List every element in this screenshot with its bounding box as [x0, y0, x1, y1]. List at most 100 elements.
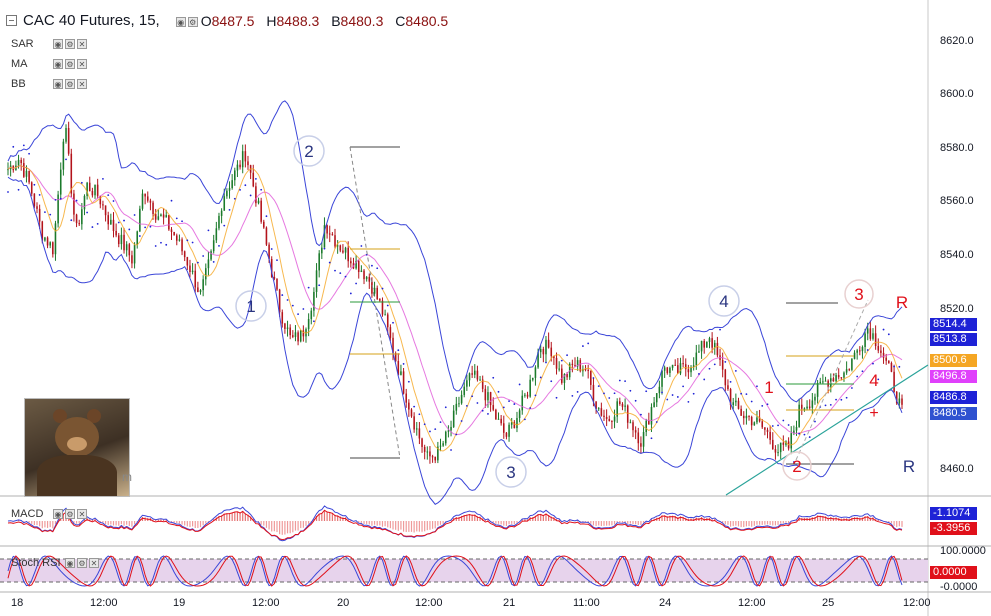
eye-icon[interactable]: ◉: [53, 79, 63, 89]
sar-dot: [418, 413, 421, 416]
candle-body: [284, 323, 286, 329]
sar-dot: [439, 421, 442, 424]
sar-dot: [634, 399, 637, 402]
wave-label-red: R: [896, 293, 908, 312]
candle-body: [840, 377, 843, 379]
candle-body: [761, 421, 764, 428]
candle-body: [732, 402, 735, 406]
sar-dot: [576, 391, 579, 393]
indicator-ma[interactable]: MA ◉ ⚙ ✕: [11, 58, 87, 70]
candle-body: [547, 339, 550, 348]
macd-signal: [7, 509, 903, 541]
sar-dot: [687, 400, 690, 403]
candle-body: [102, 204, 104, 206]
sar-dot: [376, 267, 379, 270]
gear-icon[interactable]: ⚙: [65, 79, 75, 89]
candle-body: [479, 379, 481, 381]
candle-body: [402, 371, 405, 394]
candle-body: [38, 208, 41, 222]
close-icon[interactable]: ✕: [77, 39, 87, 49]
candle-body: [112, 219, 115, 231]
candle-body: [645, 420, 647, 433]
indicator-sar[interactable]: SAR ◉ ⚙ ✕: [11, 38, 87, 50]
price-tick: 8600.0: [940, 88, 974, 100]
price-label-last: 8480.5: [930, 407, 977, 420]
candle-body: [186, 257, 189, 266]
candle-body: [774, 449, 777, 453]
sar-dot: [560, 359, 563, 362]
time-tick: 12:00: [415, 597, 443, 609]
sar-dot: [429, 430, 431, 433]
sar-dot: [597, 385, 600, 388]
candle-body: [334, 235, 336, 247]
indicator-bb[interactable]: BB ◉ ⚙ ✕: [11, 78, 87, 90]
time-tick: 12:00: [903, 597, 931, 609]
gear-icon[interactable]: ⚙: [65, 59, 75, 69]
time-tick: 21: [503, 597, 516, 609]
candle-body: [629, 422, 632, 424]
candle-body: [661, 370, 663, 387]
candle-body: [866, 328, 869, 334]
sar-dot: [724, 361, 727, 363]
sar-dot: [460, 420, 463, 422]
sar-dot: [334, 269, 336, 272]
candle-body: [25, 170, 28, 177]
candle-body: [384, 314, 386, 316]
candle-body: [278, 289, 281, 313]
sar-dot: [771, 425, 774, 427]
price-tick: 8620.0: [940, 35, 974, 47]
candle-body: [597, 408, 600, 410]
candle-body: [619, 401, 621, 404]
close-icon[interactable]: ✕: [77, 509, 87, 519]
sar-dot: [756, 385, 758, 388]
candle-body: [872, 333, 874, 339]
candle-body: [289, 327, 291, 336]
candle-body: [808, 406, 811, 408]
candle-body: [795, 426, 798, 431]
candle-body: [260, 200, 262, 222]
candles: [7, 121, 903, 464]
sar-dot: [745, 393, 748, 395]
time-tick: 12:00: [738, 597, 766, 609]
candle-body: [782, 442, 785, 445]
sar-dot: [624, 380, 626, 383]
candle-body: [613, 416, 616, 422]
gear-icon[interactable]: ⚙: [77, 558, 87, 568]
candle-body: [684, 364, 687, 370]
candle-body: [104, 205, 107, 216]
candle-body: [497, 418, 500, 420]
eye-icon[interactable]: ◉: [175, 17, 186, 27]
indicator-stoch-rsi[interactable]: Stoch RSI ◉ ⚙ ✕: [11, 557, 99, 569]
candle-body: [178, 239, 181, 241]
candle-body: [824, 380, 827, 382]
candle-body: [162, 214, 165, 218]
eye-icon[interactable]: ◉: [65, 558, 75, 568]
candle-body: [117, 235, 120, 245]
candle-body: [605, 417, 608, 420]
sar-dot: [302, 308, 305, 310]
chart-canvas[interactable]: 1 2 3 4 1 2 3 4 R R +: [0, 0, 991, 616]
candle-body: [442, 443, 444, 446]
time-tick: 12:00: [90, 597, 118, 609]
gear-icon[interactable]: ⚙: [65, 509, 75, 519]
gear-icon[interactable]: ⚙: [187, 17, 198, 27]
candle-body: [421, 438, 423, 447]
gear-icon[interactable]: ⚙: [65, 39, 75, 49]
sar-dot: [33, 183, 36, 186]
eye-icon[interactable]: ◉: [53, 39, 63, 49]
sar-dot: [160, 241, 162, 244]
candle-body: [215, 228, 218, 241]
collapse-icon[interactable]: [6, 15, 17, 26]
sar-dot: [655, 421, 658, 423]
sar-dot: [360, 245, 363, 247]
close-icon[interactable]: ✕: [89, 558, 99, 568]
candle-body: [859, 350, 861, 352]
close-icon[interactable]: ✕: [77, 59, 87, 69]
close-icon[interactable]: ✕: [77, 79, 87, 89]
eye-icon[interactable]: ◉: [53, 509, 63, 519]
plus-marker: +: [869, 405, 878, 422]
sar-dot: [698, 373, 700, 375]
candle-body: [154, 214, 157, 220]
eye-icon[interactable]: ◉: [53, 59, 63, 69]
indicator-macd[interactable]: MACD ◉ ⚙ ✕: [11, 508, 87, 520]
